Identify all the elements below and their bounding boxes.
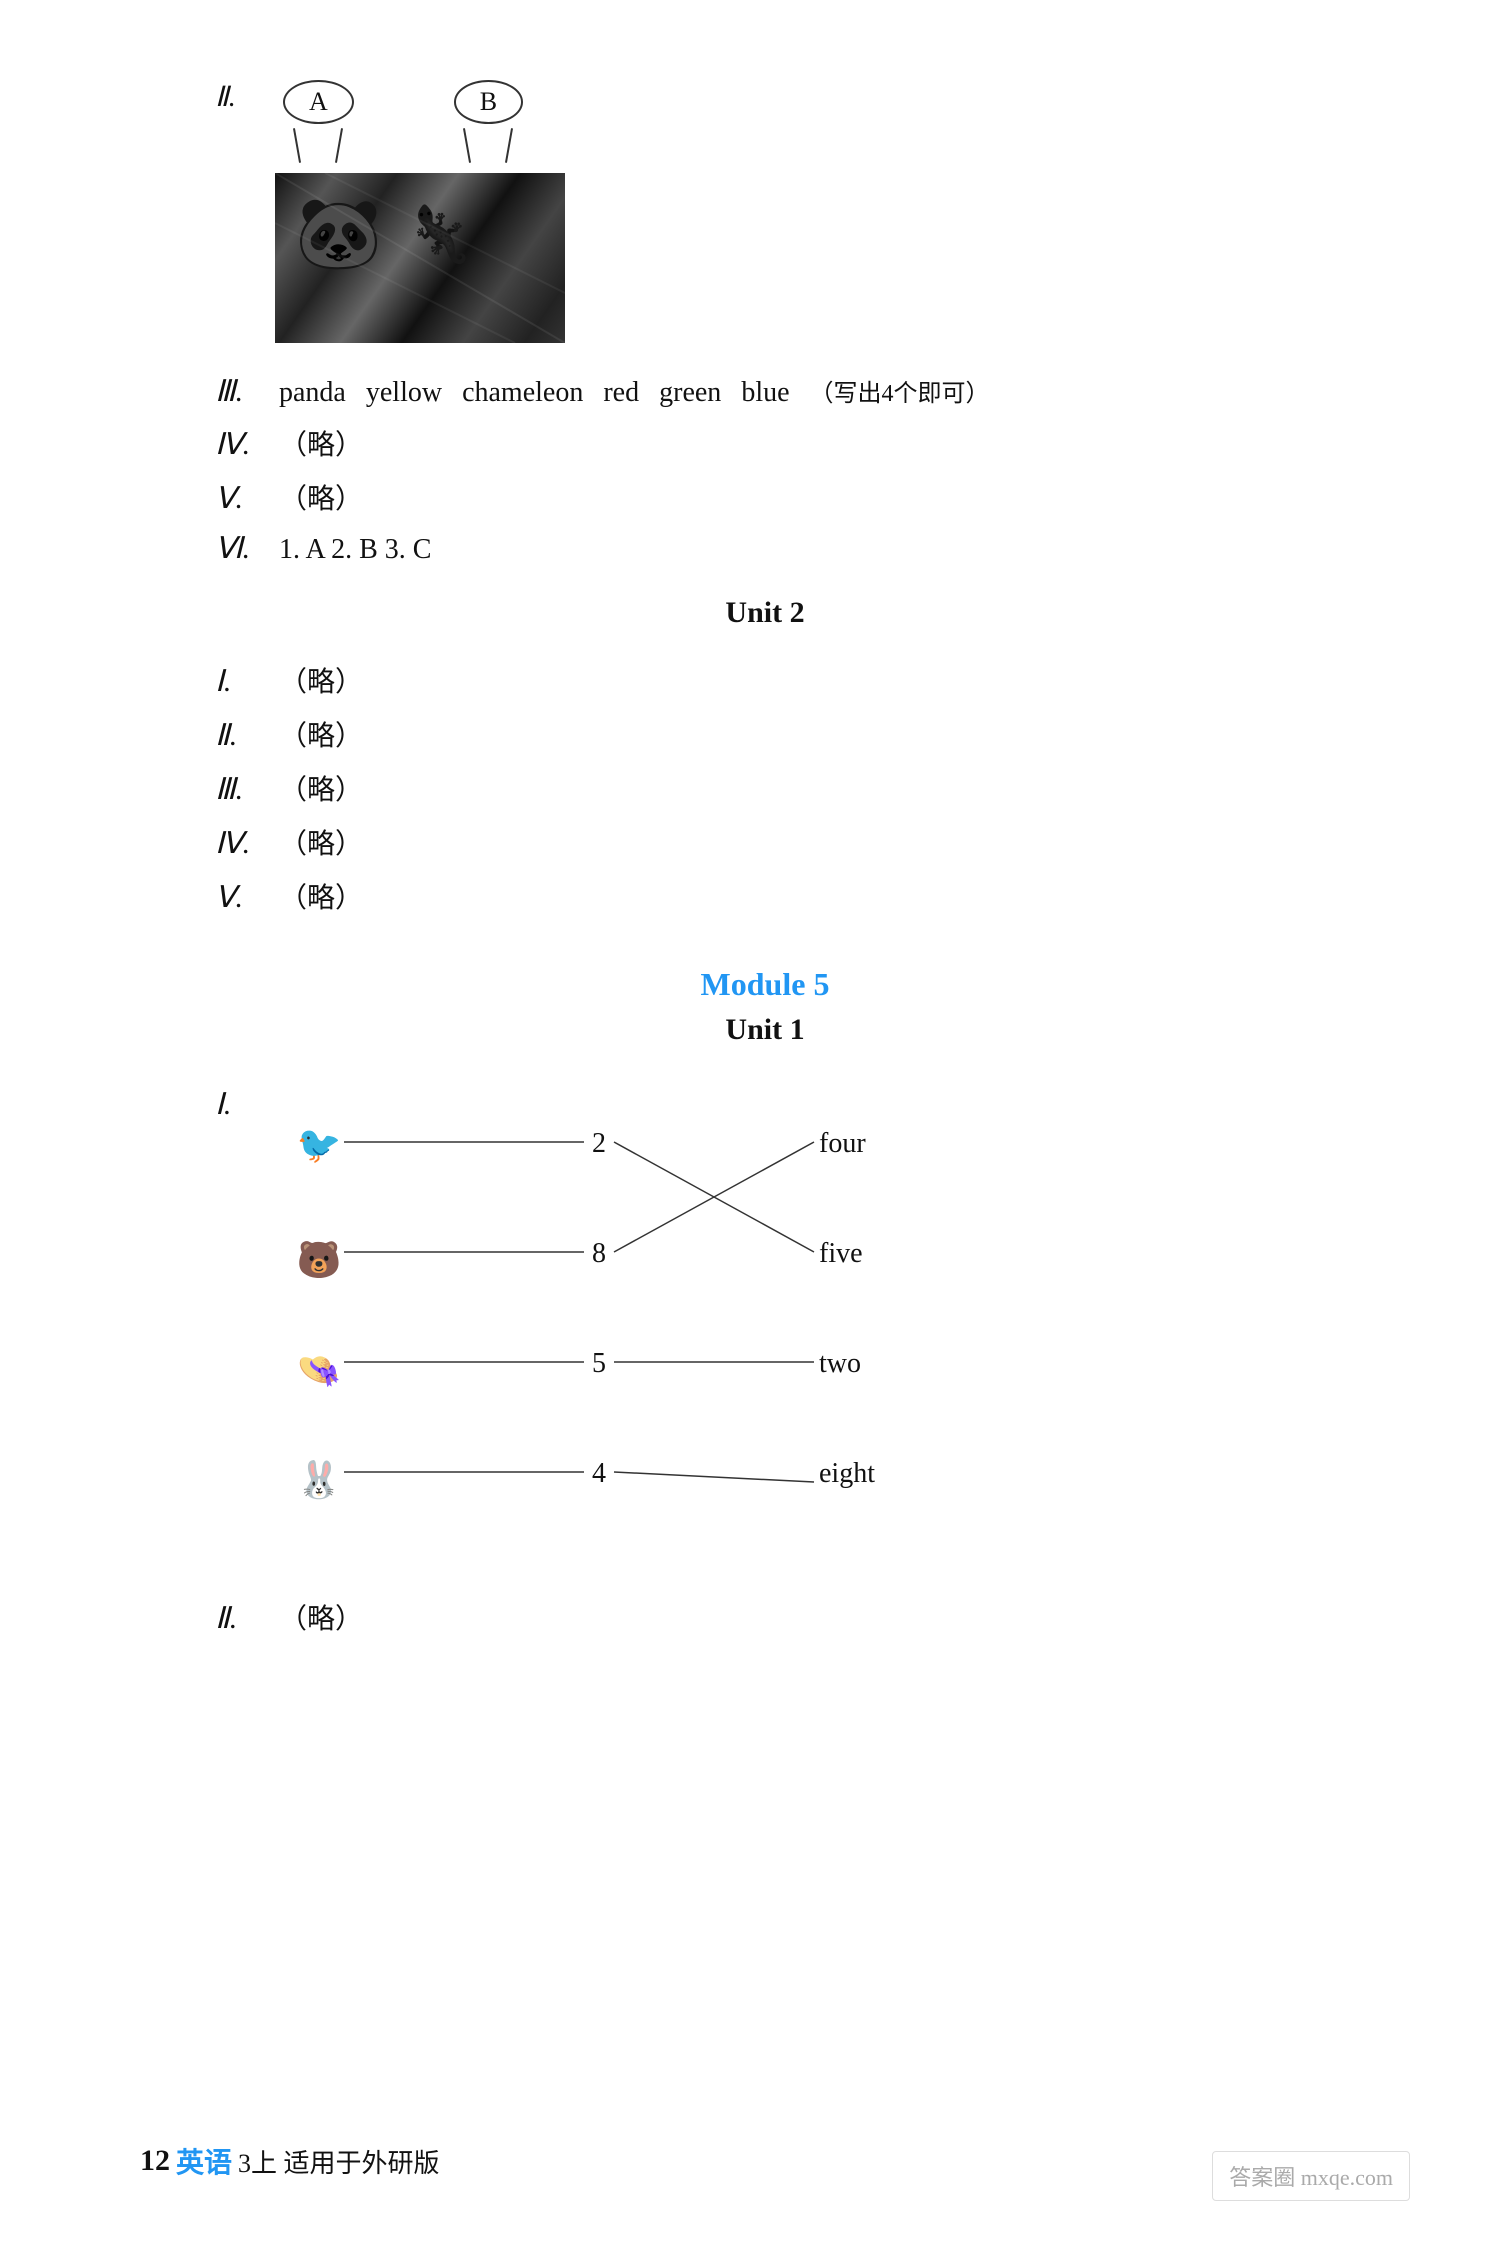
section-iv-text: （略） [279,423,363,463]
section-iii-label: Ⅲ. [215,374,265,409]
section-vi: Ⅵ. 1. A 2. B 3. C [215,531,1315,566]
m5-ii-label: Ⅱ. [215,1601,265,1636]
svg-text:4: 4 [592,1458,606,1489]
svg-text:five: five [819,1238,863,1269]
section-ii-label: Ⅱ. [215,80,255,114]
word-green: green [659,377,721,409]
unit2-iii-text: （略） [279,768,363,808]
unit2-ii-text: （略） [279,714,363,754]
module5-title: Module 5 [215,966,1315,1003]
svg-text:8: 8 [592,1238,606,1269]
matching-label: Ⅰ. [215,1087,265,1122]
footer-subtitle: 3上 适用于外研版 [238,2143,440,2180]
bubble-b-group: B [454,80,523,163]
unit1-title: Unit 1 [215,1013,1315,1047]
svg-text:four: four [819,1128,866,1159]
section-v-text: （略） [279,477,363,517]
section-vi-label: Ⅵ. [215,531,265,566]
svg-text:eight: eight [819,1458,875,1489]
bubble-a-group: A [283,80,354,163]
matching-diagram: 🐦 🐻 👒 🐰 2 8 5 4 four five two eight [289,1077,969,1567]
section-v-label: Ⅴ. [215,481,265,516]
svg-text:two: two [819,1348,861,1379]
section-iv-label: Ⅳ. [215,427,265,462]
svg-text:5: 5 [592,1348,606,1379]
word-yellow: yellow [366,377,442,409]
panda-image: 🐼 🦎 [275,173,565,343]
unit2-v-text: （略） [279,876,363,916]
unit2-sections: Ⅰ. （略） Ⅱ. （略） Ⅲ. （略） Ⅳ. （略） Ⅴ. （略） [215,660,1315,916]
section-iii: Ⅲ. panda yellow chameleon red green blue… [215,373,1315,409]
svg-text:👒: 👒 [297,1350,342,1390]
unit2-v-label: Ⅴ. [215,880,265,915]
unit2-ii-label: Ⅱ. [215,718,265,753]
unit2-iv-label: Ⅳ. [215,826,265,861]
footer-english: 英语 [176,2141,232,2181]
unit2-iv-text: （略） [279,822,363,862]
word-panda: panda [279,377,346,409]
watermark: 答案圈 mxqe.com [1212,2151,1410,2201]
m5-ii-text: （略） [279,1597,363,1637]
unit2-section-i: Ⅰ. （略） [215,660,1315,700]
word-blue: blue [741,377,789,409]
bubble-b: B [454,80,523,124]
svg-text:🐻: 🐻 [297,1238,342,1280]
bubble-a: A [283,80,354,124]
unit2-i-label: Ⅰ. [215,664,265,699]
unit2-i-text: （略） [279,660,363,700]
section-iv: Ⅳ. （略） [215,423,1315,463]
section-iii-note: （写出4个即可） [810,373,990,408]
word-chameleon: chameleon [462,377,583,409]
unit2-section-ii: Ⅱ. （略） [215,714,1315,754]
unit2-iii-label: Ⅲ. [215,772,265,807]
svg-text:2: 2 [592,1128,606,1159]
footer-number: 12 [140,2144,170,2178]
unit2-title: Unit 2 [215,596,1315,630]
svg-text:🐰: 🐰 [297,1459,342,1500]
svg-text:🐦: 🐦 [297,1125,342,1165]
section-v: Ⅴ. （略） [215,477,1315,517]
unit2-section-iv: Ⅳ. （略） [215,822,1315,862]
footer: 12 英语 3上 适用于外研版 [140,2141,440,2181]
unit2-section-v: Ⅴ. （略） [215,876,1315,916]
m5-section-ii: Ⅱ. （略） [215,1597,1315,1637]
word-red: red [603,377,639,409]
section-vi-text: 1. A 2. B 3. C [279,534,431,566]
unit2-section-iii: Ⅲ. （略） [215,768,1315,808]
